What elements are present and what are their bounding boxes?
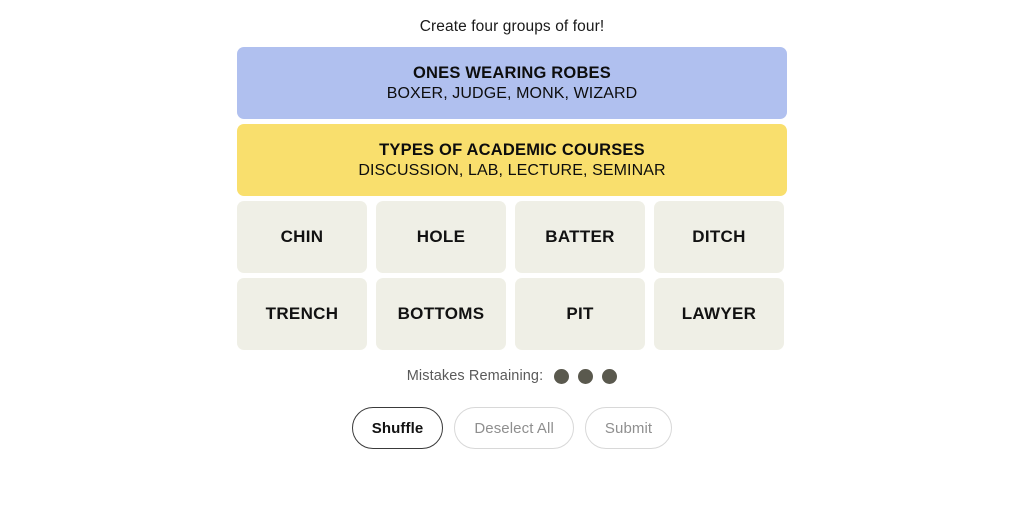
mistakes-remaining: Mistakes Remaining: [406,367,618,385]
mistakes-label: Mistakes Remaining: [406,368,544,384]
word-tile-bottoms[interactable]: BOTTOMS [376,278,506,350]
game-prompt: Create four groups of four! [419,18,605,35]
word-tile-ditch[interactable]: DITCH [654,201,784,273]
solved-group-title: ONES WEARING ROBES [413,63,611,82]
connections-game: Create four groups of four! ONES WEARING… [0,0,1024,510]
mistake-dot [554,368,570,384]
mistake-dot [602,368,618,384]
word-tile-hole[interactable]: HOLE [376,201,506,273]
game-controls: Shuffle Deselect All Submit [351,407,673,449]
tile-row: CHIN HOLE BATTER DITCH [237,201,787,273]
solved-group-title: TYPES OF ACADEMIC COURSES [379,140,645,159]
submit-button[interactable]: Submit [584,407,673,449]
deselect-all-button[interactable]: Deselect All [454,407,574,449]
word-tile-trench[interactable]: TRENCH [237,278,367,350]
mistake-dot [578,368,594,384]
mistakes-dots [554,368,618,384]
shuffle-button[interactable]: Shuffle [351,407,444,449]
solved-group-purple: ONES WEARING ROBES BOXER, JUDGE, MONK, W… [237,47,787,119]
solved-group-members: DISCUSSION, LAB, LECTURE, SEMINAR [358,161,666,179]
word-tile-chin[interactable]: CHIN [237,201,367,273]
word-tile-batter[interactable]: BATTER [515,201,645,273]
solved-group-yellow: TYPES OF ACADEMIC COURSES DISCUSSION, LA… [237,124,787,196]
solved-group-members: BOXER, JUDGE, MONK, WIZARD [386,84,638,102]
tile-row: TRENCH BOTTOMS PIT LAWYER [237,278,787,350]
word-tile-pit[interactable]: PIT [515,278,645,350]
word-tile-lawyer[interactable]: LAWYER [654,278,784,350]
game-board: ONES WEARING ROBES BOXER, JUDGE, MONK, W… [237,47,787,350]
